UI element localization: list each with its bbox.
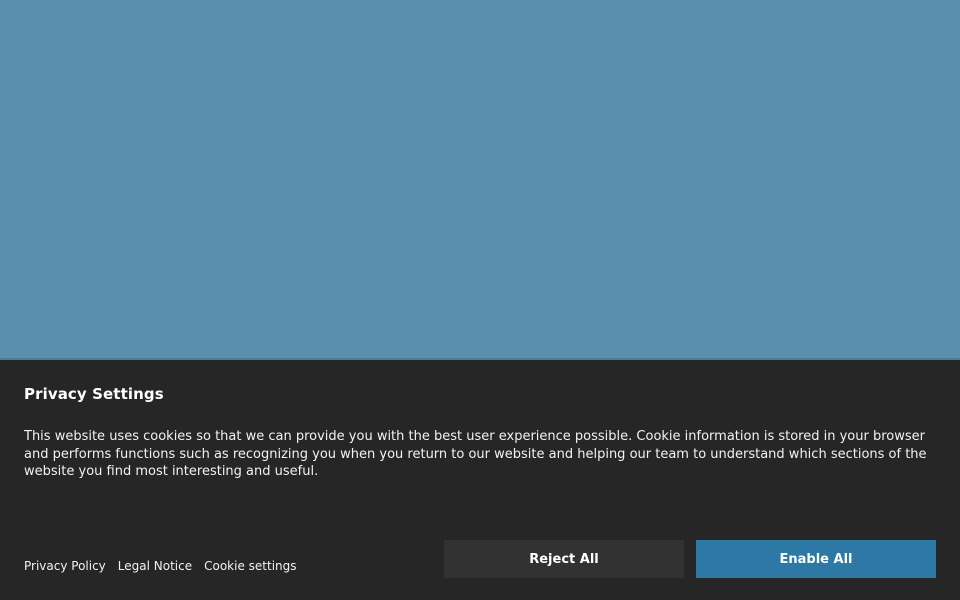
enable-all-button[interactable]: Enable All (696, 540, 936, 578)
reject-all-button[interactable]: Reject All (444, 540, 684, 578)
privacy-policy-link[interactable]: Privacy Policy (24, 558, 106, 574)
banner-description: This website uses cookies so that we can… (24, 429, 927, 479)
cookie-consent-banner: Privacy Settings This website uses cooki… (0, 358, 960, 600)
banner-links: Privacy Policy Legal Notice Cookie setti… (24, 558, 297, 574)
legal-notice-link[interactable]: Legal Notice (118, 558, 192, 574)
banner-title: Privacy Settings (24, 385, 164, 403)
cookie-settings-link[interactable]: Cookie settings (204, 558, 296, 574)
